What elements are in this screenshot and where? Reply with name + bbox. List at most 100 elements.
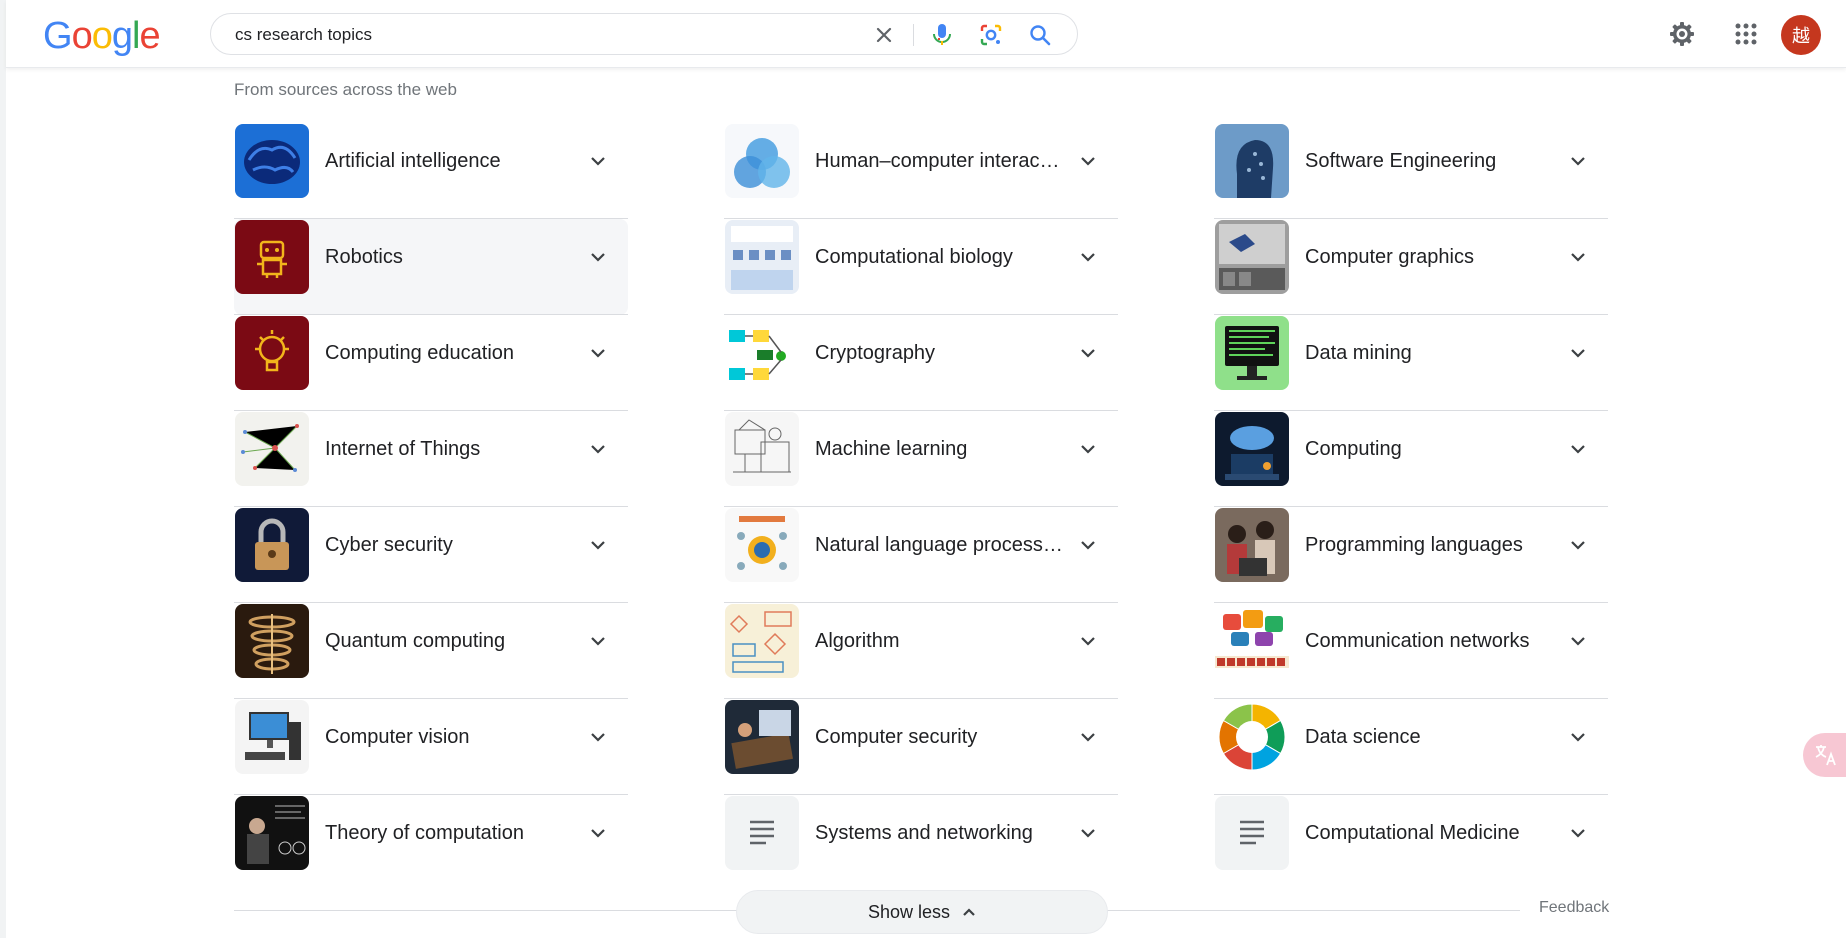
chevron-down-icon[interactable] (1566, 629, 1590, 653)
chevron-down-icon[interactable] (586, 341, 610, 365)
chevron-down-icon[interactable] (586, 149, 610, 173)
chevron-down-icon[interactable] (1076, 725, 1100, 749)
apps-grid-icon[interactable] (1729, 17, 1763, 51)
topic-item[interactable]: Computational Medicine (1214, 795, 1608, 891)
chevron-down-icon[interactable] (1076, 437, 1100, 461)
topic-item[interactable]: Machine learning (724, 411, 1118, 507)
topic-label: Algorithm (815, 630, 900, 652)
mic-icon[interactable] (928, 21, 956, 49)
crypto-diagram-thumbnail (725, 316, 799, 390)
show-less-button[interactable]: Show less (736, 890, 1108, 934)
brain-thumbnail (235, 124, 309, 198)
communication-thumbnail (1215, 604, 1289, 678)
text-lines-thumbnail (725, 796, 799, 870)
topic-label: Natural language process… (815, 534, 1063, 556)
people-laptop-thumbnail (1215, 508, 1289, 582)
topic-item[interactable]: Natural language process… (724, 507, 1118, 603)
logo-letter: G (43, 15, 73, 57)
topic-item[interactable]: Theory of computation (234, 795, 628, 891)
topic-label: Data mining (1305, 342, 1412, 364)
topic-label: Quantum computing (325, 630, 506, 652)
chevron-down-icon[interactable] (1566, 725, 1590, 749)
chevron-down-icon[interactable] (1566, 437, 1590, 461)
settings-gear-icon[interactable] (1665, 17, 1699, 51)
cloud-laptop-thumbnail (1215, 412, 1289, 486)
topic-item[interactable]: Computational biology (724, 219, 1118, 315)
logo-letter: e (139, 15, 160, 57)
logo-letter: l (131, 15, 141, 57)
topic-item[interactable]: Cyber security (234, 507, 628, 603)
topic-label: Human–computer interac… (815, 150, 1060, 172)
lecture-thumbnail (235, 796, 309, 870)
chevron-down-icon[interactable] (1566, 149, 1590, 173)
chevron-down-icon[interactable] (586, 725, 610, 749)
quantum-thumbnail (235, 604, 309, 678)
topic-item[interactable]: Communication networks (1214, 603, 1608, 699)
topic-item[interactable]: Cryptography (724, 315, 1118, 411)
chevron-down-icon[interactable] (1076, 149, 1100, 173)
chevron-down-icon[interactable] (1076, 341, 1100, 365)
topic-label: Computer vision (325, 726, 470, 748)
topic-label: Data science (1305, 726, 1421, 748)
clear-icon[interactable] (870, 21, 898, 49)
topic-item[interactable]: Algorithm (724, 603, 1118, 699)
monitor-code-thumbnail (1215, 316, 1289, 390)
topic-label: Internet of Things (325, 438, 481, 460)
topic-label: Robotics (325, 246, 403, 268)
lens-icon[interactable] (977, 21, 1005, 49)
search-box[interactable] (210, 13, 1078, 55)
chevron-down-icon[interactable] (586, 629, 610, 653)
chevron-down-icon[interactable] (586, 245, 610, 269)
account-avatar[interactable]: 越 (1781, 15, 1821, 55)
topic-item[interactable]: Computer security (724, 699, 1118, 795)
topic-item[interactable]: Internet of Things (234, 411, 628, 507)
chevron-down-icon[interactable] (1566, 821, 1590, 845)
topic-item[interactable]: Computer graphics (1214, 219, 1608, 315)
topic-label: Computer security (815, 726, 978, 748)
topic-label: Cryptography (815, 342, 936, 364)
chevron-down-icon[interactable] (1076, 245, 1100, 269)
topic-item[interactable]: Systems and networking (724, 795, 1118, 891)
topic-item[interactable]: Data science (1214, 699, 1608, 795)
translate-icon[interactable] (1803, 733, 1846, 777)
topic-item[interactable]: Software Engineering (1214, 123, 1608, 219)
topic-label: Communication networks (1305, 630, 1530, 652)
chevron-down-icon[interactable] (1076, 629, 1100, 653)
topic-item[interactable]: Computer vision (234, 699, 628, 795)
network-map-thumbnail (235, 412, 309, 486)
topic-item[interactable]: Computing (1214, 411, 1608, 507)
google-logo[interactable]: Google (43, 14, 161, 58)
chevron-down-icon[interactable] (1566, 341, 1590, 365)
chevron-down-icon[interactable] (586, 437, 610, 461)
chevron-down-icon[interactable] (586, 533, 610, 557)
topic-item[interactable]: Programming languages (1214, 507, 1608, 603)
topic-item[interactable]: Human–computer interac… (724, 123, 1118, 219)
topic-label: Machine learning (815, 438, 968, 460)
padlock-thumbnail (235, 508, 309, 582)
chevron-down-icon[interactable] (586, 821, 610, 845)
page-edge (0, 0, 6, 938)
laptop-hands-thumbnail (725, 700, 799, 774)
search-icon[interactable] (1026, 21, 1054, 49)
topic-item[interactable]: Data mining (1214, 315, 1608, 411)
chevron-down-icon[interactable] (1076, 533, 1100, 557)
topic-item[interactable]: Robotics (234, 219, 628, 315)
topic-item[interactable]: Artificial intelligence (234, 123, 628, 219)
chevron-down-icon[interactable] (1566, 245, 1590, 269)
digital-head-thumbnail (1215, 124, 1289, 198)
chevron-down-icon[interactable] (1076, 821, 1100, 845)
chevron-down-icon[interactable] (1566, 533, 1590, 557)
data-wheel-thumbnail (1215, 700, 1289, 774)
topic-item[interactable]: Computing education (234, 315, 628, 411)
top-bar: Google cs research topics 越 (6, 0, 1846, 68)
topic-item[interactable]: Quantum computing (234, 603, 628, 699)
graphics-ui-thumbnail (1215, 220, 1289, 294)
feedback-link[interactable]: Feedback (1539, 899, 1609, 917)
nlp-wheel-thumbnail (725, 508, 799, 582)
search-input[interactable] (233, 22, 857, 48)
sketch-thumbnail (725, 412, 799, 486)
desktop-pc-thumbnail (235, 700, 309, 774)
topic-column: Human–computer interac… Computational bio… (724, 123, 1118, 891)
topic-label: Computational Medicine (1305, 822, 1520, 844)
topic-label: Artificial intelligence (325, 150, 501, 172)
